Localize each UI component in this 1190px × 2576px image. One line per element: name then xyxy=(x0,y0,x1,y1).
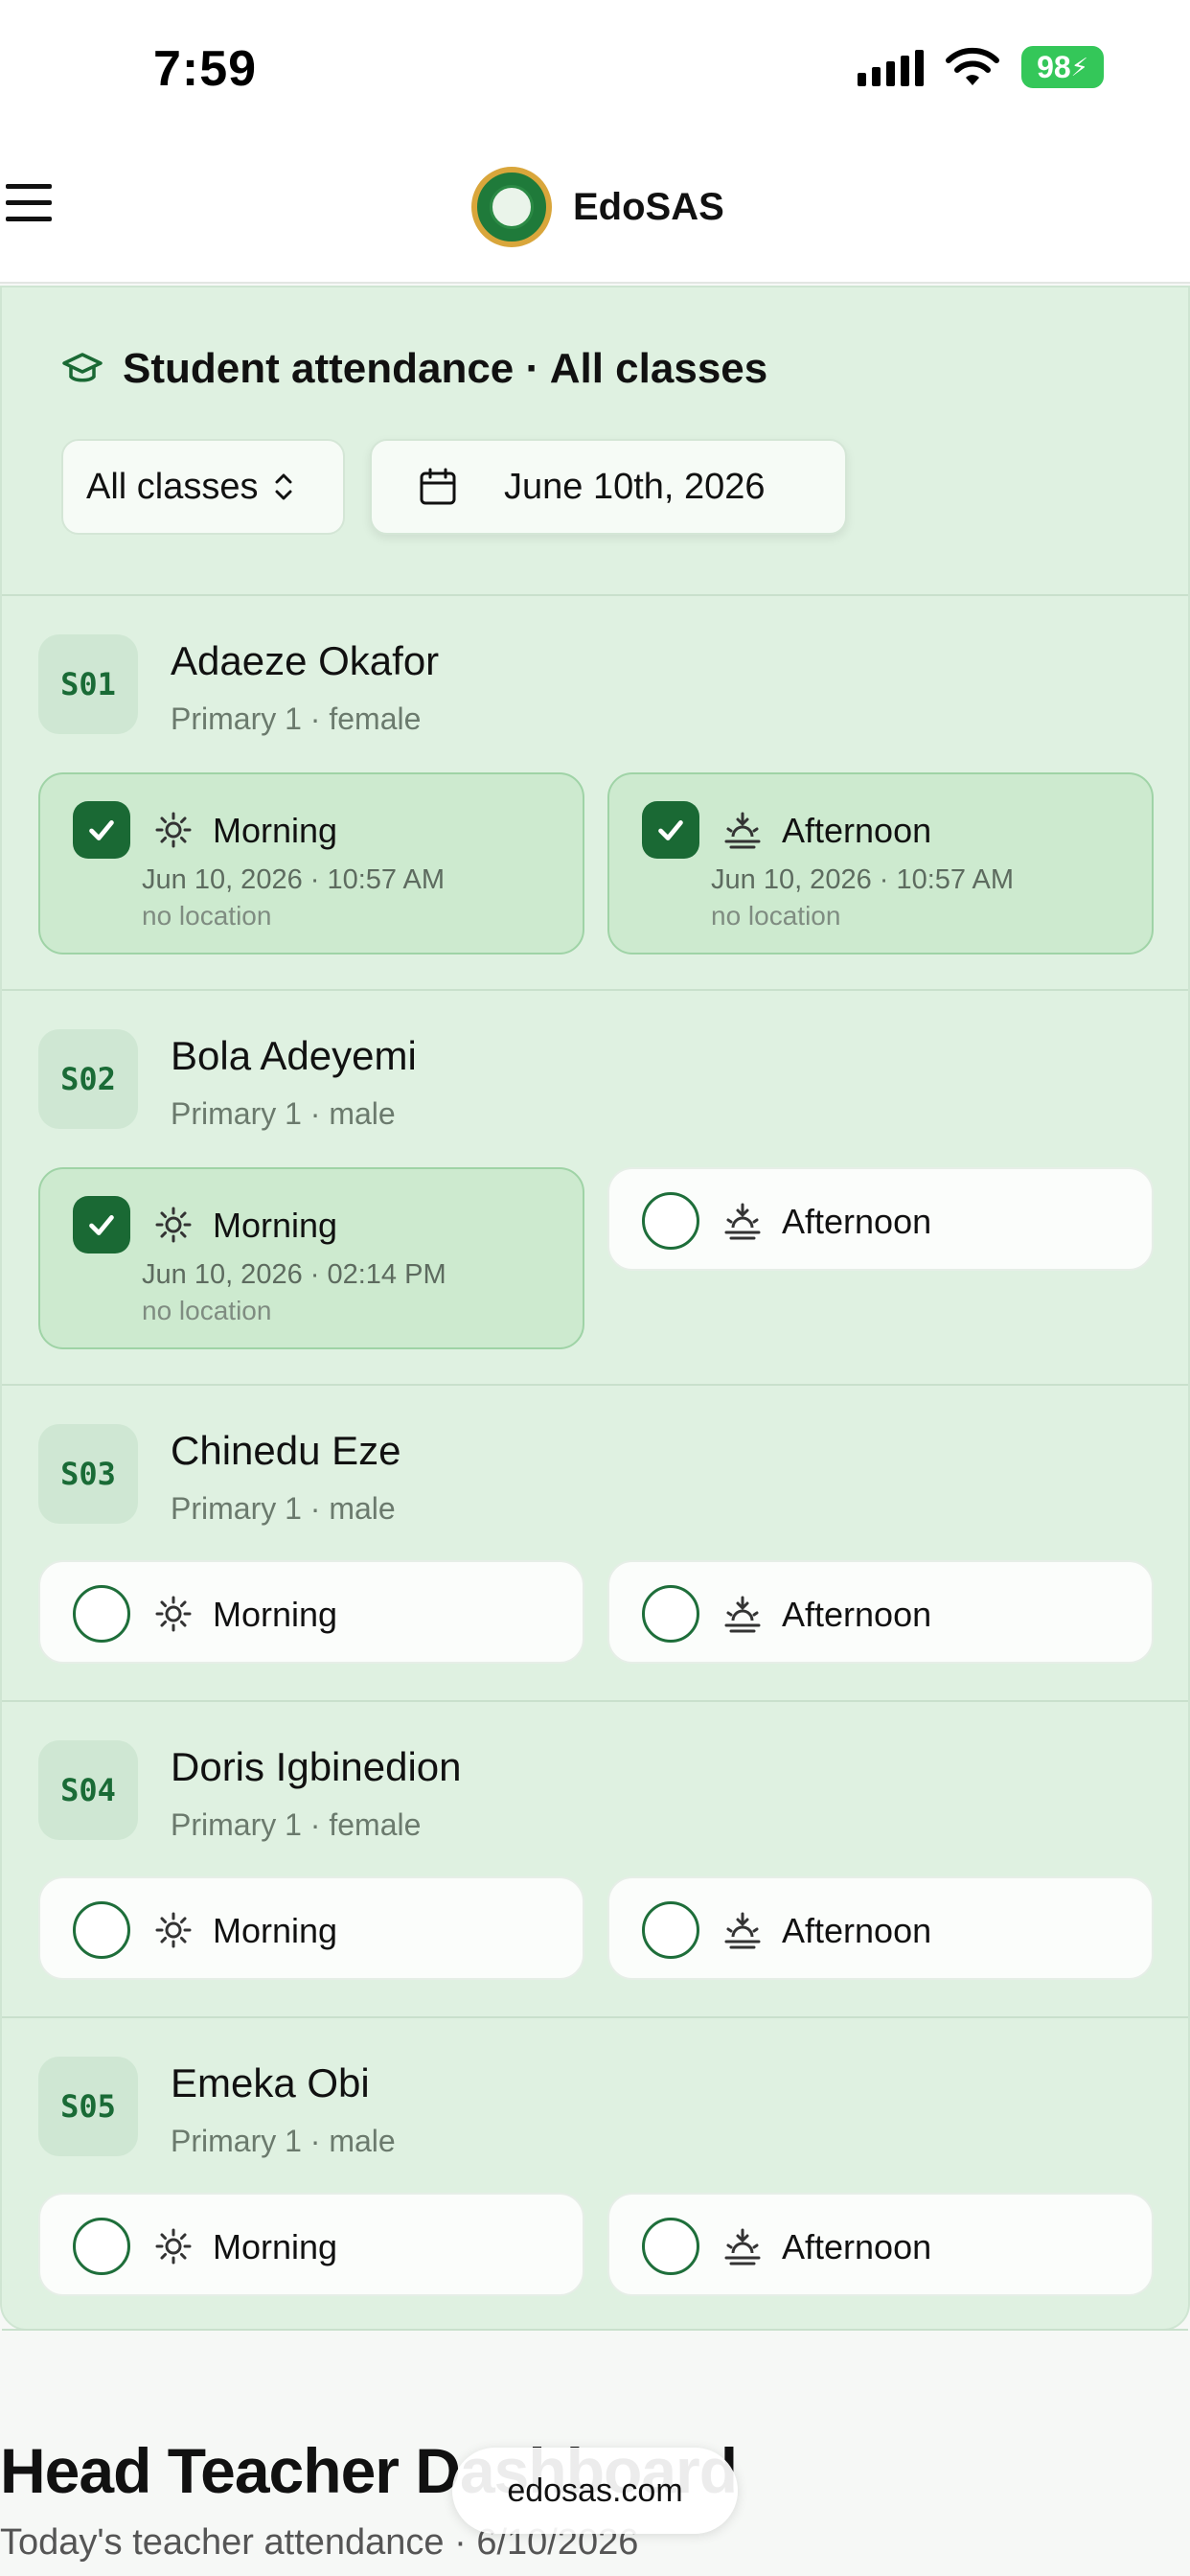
attendance-title: Student attendance · All classes xyxy=(123,345,768,392)
menu-button[interactable] xyxy=(6,184,52,230)
student-id-badge: S04 xyxy=(38,1740,138,1840)
afternoon-timestamp: Jun 10, 2026 · 10:57 AM xyxy=(711,864,1014,895)
selected-date: June 10th, 2026 xyxy=(504,466,766,507)
afternoon-checkin[interactable]: Afternoon Jun 10, 2026 · 10:57 AM no locat… xyxy=(607,772,1154,954)
app-header: EdoSAS xyxy=(0,144,1190,284)
sunset-icon xyxy=(722,1201,763,1241)
afternoon-label: Afternoon xyxy=(782,1595,932,1634)
checkbox[interactable] xyxy=(73,1585,130,1643)
status-icons: 98 ⚡ xyxy=(858,46,1104,88)
class-filter-select[interactable]: All classes xyxy=(61,439,345,535)
checked-checkbox[interactable] xyxy=(73,801,130,859)
chevron-up-down-icon xyxy=(275,473,291,500)
student-row: S03 Chinedu Eze Primary 1 · male Morning Aft… xyxy=(2,1386,1188,1702)
student-name: Doris Igbinedion xyxy=(171,1744,462,1789)
student-id-badge: S01 xyxy=(38,634,138,734)
sun-icon xyxy=(153,1594,194,1634)
checkbox[interactable] xyxy=(642,2218,699,2275)
student-row: S02 Bola Adeyemi Primary 1 · male Morning Ju… xyxy=(2,991,1188,1386)
sunset-icon xyxy=(722,810,763,850)
student-meta: Primary 1 · male xyxy=(171,2124,396,2158)
afternoon-label: Afternoon xyxy=(782,1202,932,1241)
sun-icon xyxy=(153,1910,194,1950)
graduation-cap-icon xyxy=(62,353,103,382)
student-meta: Primary 1 · female xyxy=(171,1807,422,1842)
status-bar: 7:59 98 ⚡ xyxy=(0,0,1190,144)
morning-checkin[interactable]: Morning xyxy=(38,2193,584,2296)
checkbox[interactable] xyxy=(642,1192,699,1250)
student-meta: Primary 1 · male xyxy=(171,1096,396,1131)
afternoon-label: Afternoon xyxy=(782,2227,932,2266)
checked-checkbox[interactable] xyxy=(642,801,699,859)
browser-url-bar[interactable]: edosas.com xyxy=(452,2448,738,2534)
morning-location: no location xyxy=(142,1296,272,1325)
student-name: Chinedu Eze xyxy=(171,1428,401,1473)
student-id-badge: S05 xyxy=(38,2057,138,2156)
student-meta: Primary 1 · male xyxy=(171,1491,396,1526)
morning-checkin[interactable]: Morning xyxy=(38,1876,584,1980)
afternoon-checkin[interactable]: Afternoon xyxy=(607,1560,1154,1664)
student-name: Bola Adeyemi xyxy=(171,1033,417,1078)
status-time: 7:59 xyxy=(153,41,258,97)
afternoon-checkin[interactable]: Afternoon xyxy=(607,1876,1154,1980)
afternoon-location: no location xyxy=(711,901,841,931)
checkbox[interactable] xyxy=(73,2218,130,2275)
morning-label: Morning xyxy=(213,811,338,850)
url-text: edosas.com xyxy=(507,2472,683,2509)
student-id-badge: S03 xyxy=(38,1424,138,1524)
morning-timestamp: Jun 10, 2026 · 02:14 PM xyxy=(142,1259,446,1290)
morning-checkin[interactable]: Morning xyxy=(38,1560,584,1664)
student-row: S04 Doris Igbinedion Primary 1 · female Mor… xyxy=(2,1702,1188,2018)
calendar-icon xyxy=(420,468,456,505)
student-row: S05 Emeka Obi Primary 1 · male Morning After… xyxy=(2,2018,1188,2331)
morning-label: Morning xyxy=(213,2227,338,2266)
battery-icon: 98 ⚡ xyxy=(1021,46,1104,88)
wifi-icon xyxy=(946,47,999,85)
attendance-card: Student attendance · All classes All cla… xyxy=(0,286,1190,2331)
signal-icon xyxy=(858,48,924,86)
checkbox[interactable] xyxy=(73,1901,130,1959)
battery-level: 98 xyxy=(1037,49,1071,84)
student-row: S01 Adaeze Okafor Primary 1 · female Mornin… xyxy=(2,596,1188,991)
checked-checkbox[interactable] xyxy=(73,1196,130,1254)
student-meta: Primary 1 · female xyxy=(171,702,422,736)
morning-label: Morning xyxy=(213,1206,338,1245)
card-title: Student attendance · All classes xyxy=(61,345,767,393)
sunset-icon xyxy=(722,2226,763,2266)
student-name: Emeka Obi xyxy=(171,2060,370,2105)
morning-label: Morning xyxy=(213,1911,338,1950)
checkbox[interactable] xyxy=(642,1585,699,1643)
app-name: EdoSAS xyxy=(573,185,724,228)
student-id-badge: S02 xyxy=(38,1029,138,1129)
morning-timestamp: Jun 10, 2026 · 10:57 AM xyxy=(142,864,445,895)
afternoon-checkin[interactable]: Afternoon xyxy=(607,1167,1154,1271)
date-picker-button[interactable]: June 10th, 2026 xyxy=(370,439,847,535)
sunset-icon xyxy=(722,1594,763,1634)
brand[interactable]: EdoSAS xyxy=(471,167,724,247)
morning-label: Morning xyxy=(213,1595,338,1634)
student-name: Adaeze Okafor xyxy=(171,638,440,683)
sun-icon xyxy=(153,2226,194,2266)
afternoon-label: Afternoon xyxy=(782,811,932,850)
afternoon-label: Afternoon xyxy=(782,1911,932,1950)
morning-checkin[interactable]: Morning Jun 10, 2026 · 10:57 AM no locatio… xyxy=(38,772,584,954)
sunset-icon xyxy=(722,1910,763,1950)
class-filter-value: All classes xyxy=(86,466,259,507)
sun-icon xyxy=(153,1205,194,1245)
logo-icon xyxy=(471,167,552,247)
afternoon-checkin[interactable]: Afternoon xyxy=(607,2193,1154,2296)
morning-location: no location xyxy=(142,901,272,931)
attendance-header: Student attendance · All classes All cla… xyxy=(2,288,1188,596)
sun-icon xyxy=(153,810,194,850)
checkbox[interactable] xyxy=(642,1901,699,1959)
morning-checkin[interactable]: Morning Jun 10, 2026 · 02:14 PM no locatio… xyxy=(38,1167,584,1349)
